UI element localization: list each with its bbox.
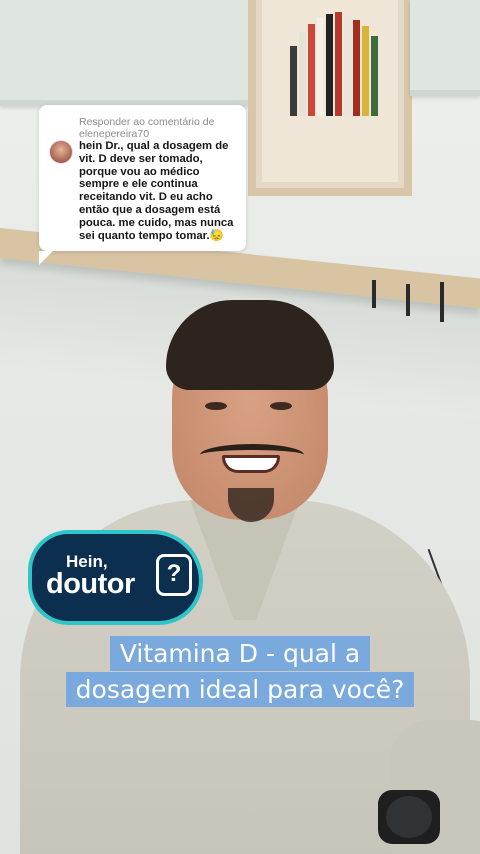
person-hair xyxy=(166,300,334,390)
books xyxy=(290,4,386,116)
caption-line-2: dosagem ideal para você? xyxy=(0,672,480,707)
caption-text-1: Vitamina D - qual a xyxy=(109,636,371,671)
hein-doutor-logo: Hein, doutor ? xyxy=(28,530,203,625)
wall-cabinet-right xyxy=(410,0,480,96)
commenter-avatar xyxy=(49,140,73,164)
comment-text: hein Dr., qual a dosagem de vit. D deve … xyxy=(79,140,234,242)
question-mark-icon: ? xyxy=(156,554,192,596)
reply-to-label: Responder ao comentário de elenepereira7… xyxy=(79,116,215,140)
caption-line-1: Vitamina D - qual a xyxy=(0,636,480,671)
logo-text-doutor: doutor xyxy=(46,568,135,600)
caption-text-2: dosagem ideal para você? xyxy=(65,672,415,707)
wall-cabinet xyxy=(0,0,250,106)
smile xyxy=(222,455,280,473)
reply-comment-card[interactable]: Responder ao comentário de elenepereira7… xyxy=(39,105,246,265)
